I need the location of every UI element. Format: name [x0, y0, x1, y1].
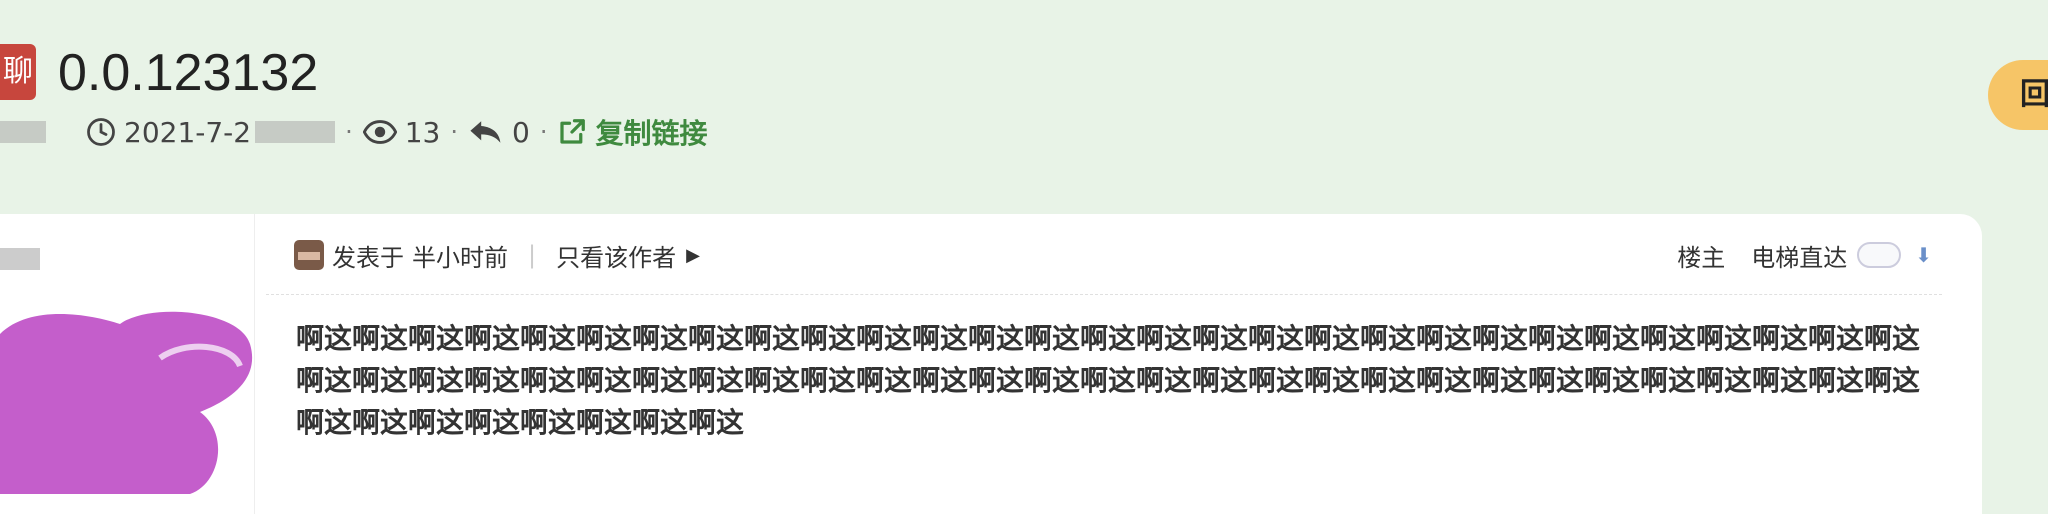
down-arrow-icon[interactable]: ⬇ — [1915, 243, 1932, 267]
reply-count: 0 — [512, 115, 530, 149]
clock-icon — [86, 117, 116, 147]
post-header: 发表于 半小时前 | 只看该作者 ▶ 楼主 电梯直达 ⬇ — [294, 238, 1932, 272]
reply-button[interactable]: 回 — [1988, 60, 2048, 130]
topic-meta: 2021-7-2 · 13 · 0 · 复制链接 — [0, 112, 708, 152]
author-name-pixelated[interactable] — [0, 248, 40, 270]
topic-title: 0.0.123132 — [58, 44, 319, 102]
category-badge[interactable]: 聊 — [0, 44, 36, 100]
external-link-icon[interactable] — [557, 117, 587, 147]
elevator-label: 电梯直达 — [1751, 243, 1848, 272]
divider: | — [528, 241, 537, 269]
post-card: 发表于 半小时前 | 只看该作者 ▶ 楼主 电梯直达 ⬇ 啊这啊这啊这啊这啊这啊… — [0, 214, 1982, 514]
caret-right-icon: ▶ — [686, 244, 700, 266]
posted-time: 半小时前 — [412, 243, 508, 272]
posted-prefix: 发表于 — [332, 243, 404, 272]
post-time-pixelated — [255, 121, 336, 143]
separator-dot: · — [450, 118, 459, 146]
user-mini-avatar[interactable] — [294, 240, 324, 270]
separator-dot: · — [539, 118, 548, 146]
post-date: 2021-7-2 — [124, 115, 252, 149]
author-panel — [0, 214, 255, 514]
post-content: 啊这啊这啊这啊这啊这啊这啊这啊这啊这啊这啊这啊这啊这啊这啊这啊这啊这啊这啊这啊这… — [296, 322, 1921, 439]
author-avatar[interactable] — [0, 304, 260, 494]
elevator-input[interactable] — [1857, 242, 1902, 268]
view-count: 13 — [404, 115, 441, 149]
floor-label: 楼主 — [1677, 243, 1726, 272]
reply-icon — [468, 117, 504, 147]
only-author-link[interactable]: 只看该作者 — [556, 238, 676, 273]
header-divider — [266, 294, 1942, 295]
author-name-pixelated[interactable] — [0, 121, 46, 143]
separator-dot: · — [345, 118, 353, 146]
copy-link-button[interactable]: 复制链接 — [595, 112, 707, 152]
eye-icon — [362, 117, 397, 147]
